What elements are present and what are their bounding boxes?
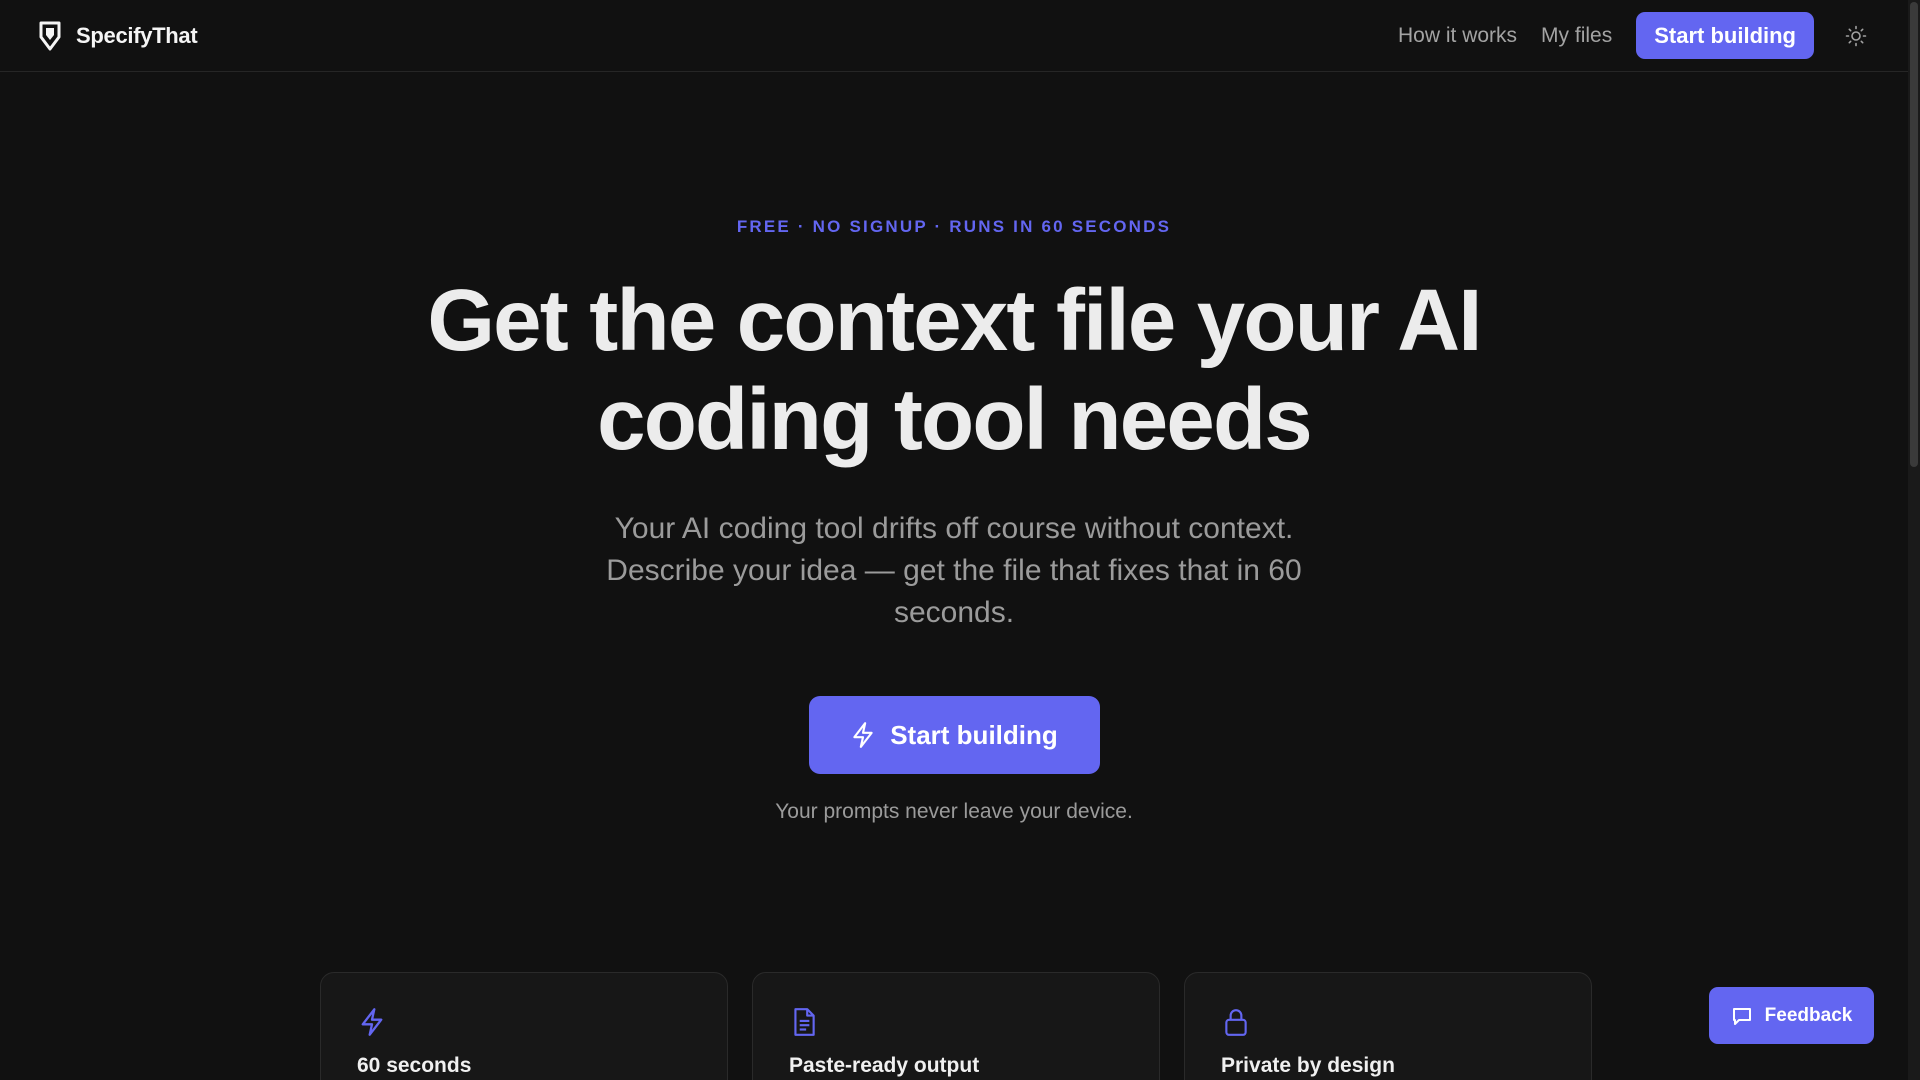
hero-eyebrow: FREE · NO SIGNUP · RUNS IN 60 SECONDS [736,217,1172,236]
feedback-button[interactable]: Feedback [1709,987,1874,1044]
brand-name: SpecifyThat [76,22,198,48]
nav-my-files[interactable]: My files [1541,24,1612,48]
feature-card-speed: 60 seconds [320,972,728,1080]
hero-cta-label: Start building [890,719,1058,750]
scrollbar[interactable] [1908,0,1920,1080]
feature-cards: 60 seconds Paste-ready output Private by… [320,972,1592,1080]
theme-toggle-button[interactable] [1840,20,1872,52]
feature-title: 60 seconds [357,1054,472,1077]
feature-title: Private by design [1221,1054,1395,1077]
hero-headline: Get the context file your AI coding tool… [427,272,1482,468]
lock-icon [1225,1009,1247,1036]
sun-icon [1845,25,1867,46]
lightning-icon [853,722,873,748]
hero-subhead: Your AI coding tool drifts off course wi… [606,512,1302,629]
privacy-note: Your prompts never leave your device. [775,800,1133,823]
top-nav-bar: SpecifyThat How it works My files Start … [0,0,1908,72]
scrollbar-thumb[interactable] [1910,2,1918,467]
nav-how-it-works[interactable]: How it works [1398,24,1517,48]
shield-logo-icon [39,21,61,50]
header-start-building-button[interactable]: Start building [1636,12,1814,59]
hero-section: FREE · NO SIGNUP · RUNS IN 60 SECONDS Ge… [0,72,1908,824]
document-icon [794,1008,815,1036]
message-icon [1732,1007,1751,1025]
lightning-icon [361,1008,383,1036]
brand-link[interactable]: SpecifyThat [36,20,198,52]
header-nav: How it works My files Start building [1398,12,1872,59]
landing-page: SpecifyThat How it works My files Start … [0,0,1920,1080]
feature-card-privacy: Private by design [1184,972,1592,1080]
feedback-label: Feedback [1764,1004,1853,1026]
hero-start-building-button[interactable]: Start building [808,696,1100,774]
feature-title: Paste-ready output [789,1054,980,1077]
feature-card-output: Paste-ready output [752,972,1160,1080]
